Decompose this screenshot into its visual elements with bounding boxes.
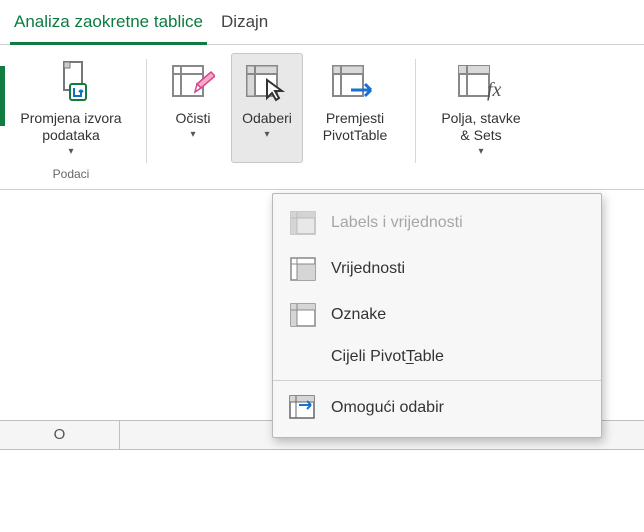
menu-enable-selection[interactable]: Omogući odabir xyxy=(273,385,601,431)
chevron-down-icon: ▾ xyxy=(264,129,269,140)
select-icon xyxy=(243,58,291,106)
menu-labels-label: Oznake xyxy=(331,306,386,324)
menu-values[interactable]: Vrijednosti xyxy=(273,246,601,292)
menu-labels-prefix: Labels xyxy=(331,214,378,231)
menu-labels-suffix: i vrijednosti xyxy=(378,214,462,231)
ribbon: Promjena izvorapodataka ▾ Podaci Očisti xyxy=(0,45,644,190)
select-button[interactable]: Odaberi ▾ xyxy=(231,53,303,163)
svg-text:fx: fx xyxy=(487,79,502,101)
fields-icon: fx xyxy=(457,58,505,106)
fields-label-1: Polja, stavke xyxy=(441,110,520,126)
table-values-icon xyxy=(289,256,317,282)
move-icon xyxy=(331,58,379,106)
table-full-icon xyxy=(289,210,317,236)
entire-suffix: able xyxy=(414,348,444,365)
enable-selection-icon xyxy=(289,395,317,421)
group-actions: Očisti ▾ Odaberi ▾ xyxy=(151,53,411,189)
menu-labels-and-values: Labels i vrijednosti xyxy=(273,200,601,246)
fields-label-2: & Sets xyxy=(460,127,501,143)
entire-prefix: Cijeli Pivot xyxy=(331,348,406,365)
tab-design[interactable]: Dizajn xyxy=(217,6,272,44)
clear-button[interactable]: Očisti ▾ xyxy=(157,53,229,163)
menu-enable-label: Omogući odabir xyxy=(331,399,444,417)
column-header-o[interactable]: O xyxy=(0,421,120,449)
group-label-data: Podaci xyxy=(53,163,90,181)
group-label-actions xyxy=(279,163,282,181)
menu-labels[interactable]: Oznake xyxy=(273,292,601,338)
fields-items-sets-button[interactable]: fx Polja, stavke& Sets ▾ xyxy=(426,53,536,163)
clear-label: Očisti xyxy=(176,110,211,127)
clear-icon xyxy=(169,58,217,106)
chevron-down-icon: ▾ xyxy=(68,146,73,157)
move-pivottable-button[interactable]: PremjestiPivotTable xyxy=(305,53,405,163)
move-label-1: Premjesti xyxy=(326,110,384,126)
move-label-2: PivotTable xyxy=(323,127,388,143)
group-calc: fx Polja, stavke& Sets ▾ xyxy=(420,53,542,189)
group-divider xyxy=(146,59,147,163)
change-source-icon xyxy=(47,58,95,106)
group-divider xyxy=(415,59,416,163)
chevron-down-icon: ▾ xyxy=(190,129,195,140)
change-source-label-2: podataka xyxy=(42,127,100,143)
change-data-source-button[interactable]: Promjena izvorapodataka ▾ xyxy=(6,53,136,163)
select-label: Odaberi xyxy=(242,110,292,127)
entire-hotkey: T xyxy=(406,348,414,365)
ribbon-tabs: Analiza zaokretne tablice Dizajn xyxy=(0,0,644,45)
table-labels-icon xyxy=(289,302,317,328)
change-source-label-1: Promjena izvora xyxy=(20,110,121,126)
menu-entire-pivottable[interactable]: Cijeli PivotTable xyxy=(273,338,601,376)
chevron-down-icon: ▾ xyxy=(478,146,483,157)
menu-values-label: Vrijednosti xyxy=(331,260,405,278)
group-data: Promjena izvorapodataka ▾ Podaci xyxy=(0,53,142,189)
tab-analyze[interactable]: Analiza zaokretne tablice xyxy=(10,6,207,45)
select-dropdown-menu: Labels i vrijednosti Vrijednosti Oznake xyxy=(272,193,602,438)
menu-separator xyxy=(273,380,601,381)
